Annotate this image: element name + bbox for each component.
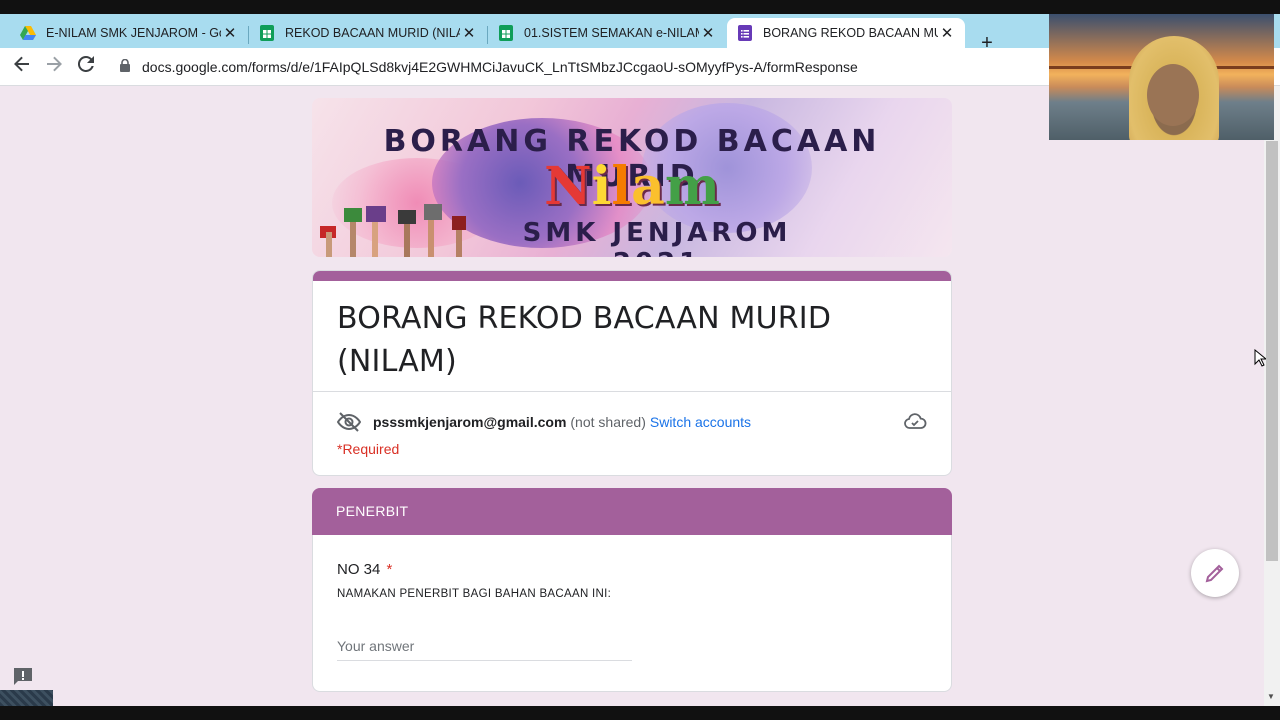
address-bar[interactable]: docs.google.com/forms/d/e/1FAIpQLSd8kvj4… [108, 53, 1108, 81]
webcam-overlay [1049, 14, 1274, 140]
google-sheets-icon [259, 25, 275, 41]
section-header: PENERBIT [312, 488, 952, 536]
form-header-banner: BORANG REKOD BACAAN MURID Nilam SMK JENJ… [312, 98, 952, 257]
screen: E-NILAM SMK JENJAROM - Goog ✕ REKOD BACA… [0, 0, 1280, 720]
cloud-save-icon [903, 410, 927, 434]
nilam-letter: m [664, 156, 720, 217]
required-star: * [386, 561, 393, 578]
tab-title: REKOD BACAAN MURID (NILAM) [285, 26, 460, 40]
section-title: PENERBIT [336, 503, 409, 519]
tab-borang-form-active[interactable]: BORANG REKOD BACAAN MURID ✕ [727, 18, 965, 48]
pencil-icon [1205, 564, 1224, 583]
not-shared-eye-icon [336, 412, 362, 432]
account-row: psssmkjenjarom@gmail.com (not shared) Sw… [336, 412, 751, 432]
google-sheets-icon [498, 25, 514, 41]
nilam-letter: a [631, 156, 665, 217]
question-description: NAMAKAN PENERBIT BAGI BAHAN BACAAN INI: [337, 588, 612, 600]
close-icon[interactable]: ✕ [939, 24, 955, 42]
google-forms-icon [737, 25, 753, 41]
close-icon[interactable]: ✕ [461, 24, 477, 42]
report-feedback-icon[interactable] [12, 667, 36, 687]
close-icon[interactable]: ✕ [222, 24, 238, 42]
forward-arrow-icon[interactable] [43, 56, 65, 78]
page-scrollbar[interactable]: ▲ ▼ [1264, 86, 1280, 706]
form-page: BORANG REKOD BACAAN MURID Nilam SMK JENJ… [0, 86, 1264, 706]
form-title: BORANG REKOD BACAAN MURID (NILAM) [337, 301, 832, 379]
tab-title: E-NILAM SMK JENJAROM - Goog [46, 26, 221, 40]
tab-title: 01.SISTEM SEMAKAN e-NILAM - [524, 26, 699, 40]
back-arrow-icon[interactable] [11, 56, 33, 78]
question-card: NO 34 * NAMAKAN PENERBIT BAGI BAHAN BACA… [312, 535, 952, 692]
tab-rekod-bacaan-sheet[interactable]: REKOD BACAAN MURID (NILAM) ✕ [249, 18, 487, 48]
question-title: NO 34 * [337, 561, 392, 578]
switch-accounts-link[interactable]: Switch accounts [650, 414, 751, 430]
account-email: psssmkjenjarom@gmail.com [373, 414, 567, 430]
not-shared-label: (not shared) [570, 414, 646, 430]
form-title-card: BORANG REKOD BACAAN MURID (NILAM) psssmk… [312, 270, 952, 476]
divider [313, 391, 951, 392]
google-drive-icon [20, 25, 36, 41]
taskbar-thumbnail [0, 690, 53, 706]
nilam-letter: N [544, 156, 592, 217]
required-note: *Required [337, 441, 400, 457]
nilam-letter: l [611, 156, 632, 217]
tab-sistem-semakan-sheet[interactable]: 01.SISTEM SEMAKAN e-NILAM - ✕ [488, 18, 726, 48]
answer-input[interactable] [337, 631, 632, 661]
scroll-down-arrow-icon[interactable]: ▼ [1267, 692, 1275, 701]
title-accent-bar [313, 271, 951, 281]
lock-icon [120, 58, 132, 75]
banner-school-line: SMK JENJAROM 2021 [522, 218, 792, 257]
url-text: docs.google.com/forms/d/e/1FAIpQLSd8kvj4… [142, 59, 858, 75]
edit-pencil-button[interactable] [1191, 549, 1239, 597]
tab-title: BORANG REKOD BACAAN MURID [763, 26, 938, 40]
question-label: NO 34 [337, 561, 381, 578]
scrollbar-thumb[interactable] [1266, 141, 1278, 561]
nilam-logo: Nilam [312, 156, 952, 217]
bottom-black-bar [0, 706, 1280, 720]
tab-enilam-drive[interactable]: E-NILAM SMK JENJAROM - Goog ✕ [10, 18, 248, 48]
mouse-cursor-icon [1254, 348, 1268, 367]
close-icon[interactable]: ✕ [700, 24, 716, 42]
nilam-letter: i [591, 156, 612, 217]
top-black-bar [0, 0, 1280, 14]
reload-icon[interactable] [75, 55, 97, 78]
